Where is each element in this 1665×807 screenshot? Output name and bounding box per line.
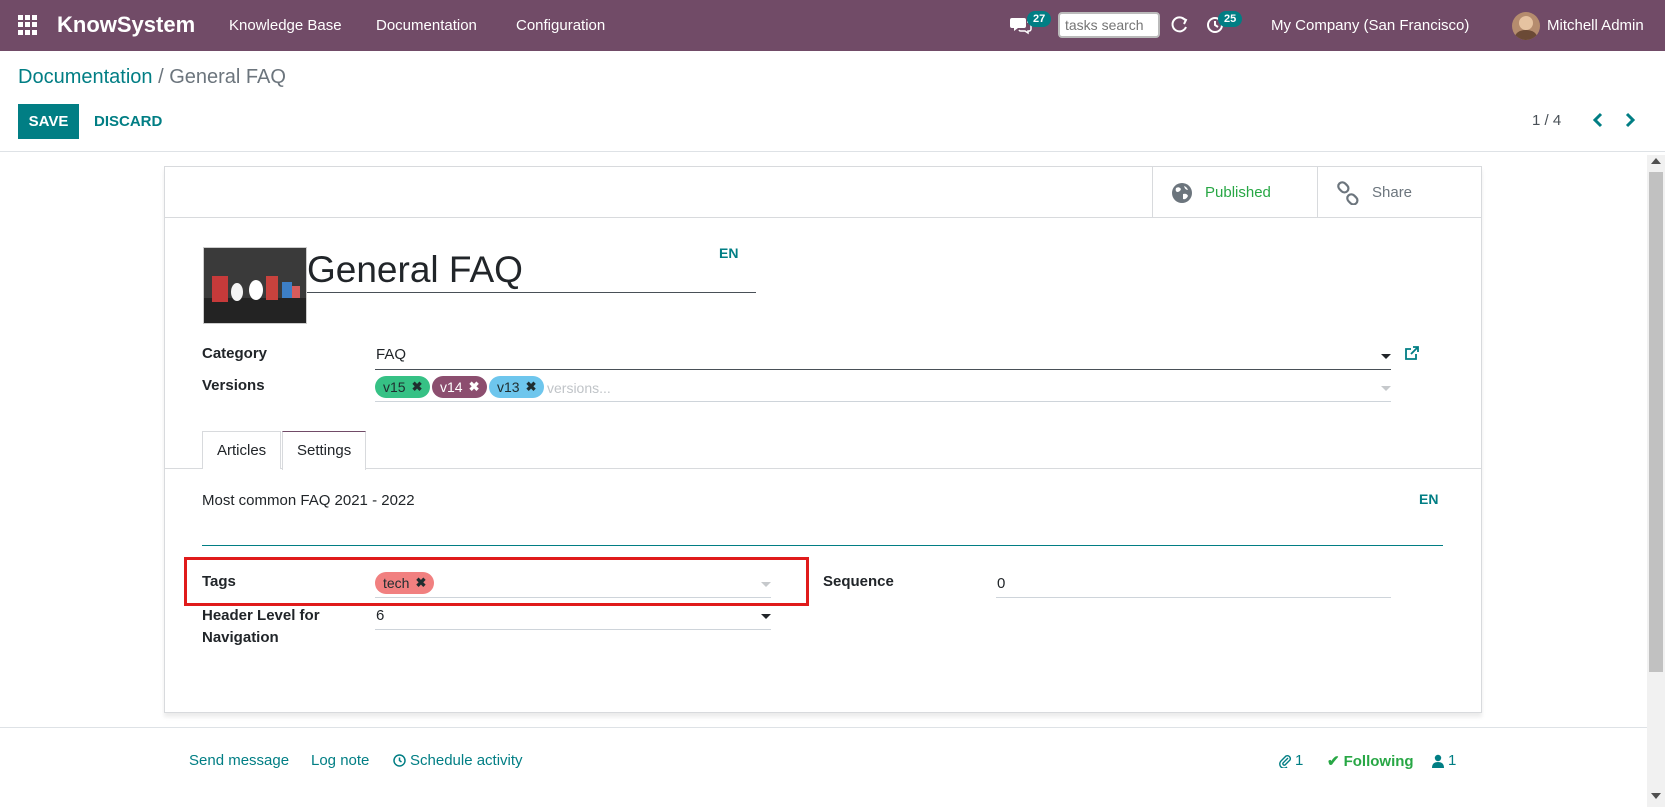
- user-avatar[interactable]: [1512, 12, 1540, 40]
- pager-next-icon[interactable]: [1620, 108, 1640, 132]
- menu-knowledge-base[interactable]: Knowledge Base: [229, 17, 342, 34]
- sequence-value: 0: [997, 575, 1006, 592]
- schedule-activity-button[interactable]: Schedule activity: [393, 752, 523, 769]
- versions-field[interactable]: v15 ✖ v14 ✖ v13 ✖ versions...: [375, 374, 1391, 402]
- remove-tag-icon[interactable]: ✖: [526, 379, 537, 395]
- version-tag: v15 ✖: [375, 376, 431, 398]
- menu-configuration[interactable]: Configuration: [516, 17, 605, 34]
- link-icon: [1337, 180, 1359, 205]
- followers-button[interactable]: 1: [1432, 752, 1456, 769]
- control-panel-divider: [0, 151, 1665, 152]
- user-menu[interactable]: Mitchell Admin: [1547, 17, 1644, 34]
- log-note-button[interactable]: Log note: [311, 752, 369, 769]
- tab-settings[interactable]: Settings: [282, 431, 367, 470]
- scrollbar-thumb[interactable]: [1649, 172, 1663, 672]
- tags-highlight-box: [184, 557, 809, 606]
- chat-badge: 27: [1027, 11, 1052, 27]
- versions-placeholder: versions...: [547, 380, 611, 396]
- chatter-divider: [0, 727, 1647, 728]
- tasks-search-input[interactable]: [1058, 12, 1160, 38]
- company-switcher[interactable]: My Company (San Francisco): [1271, 17, 1469, 34]
- pager-previous-icon[interactable]: [1588, 108, 1608, 132]
- article-image[interactable]: [203, 247, 307, 324]
- description-language-button[interactable]: EN: [1419, 491, 1438, 507]
- version-tag: v13 ✖: [489, 376, 545, 398]
- breadcrumb-parent[interactable]: Documentation: [18, 66, 153, 88]
- form-sheet: Published Share General FAQ EN Category …: [164, 166, 1482, 713]
- clock-icon: [393, 754, 406, 767]
- share-button[interactable]: Share: [1317, 167, 1481, 218]
- scroll-down-icon[interactable]: [1651, 793, 1661, 799]
- notebook-tabs: Articles Settings: [165, 431, 1481, 470]
- send-message-button[interactable]: Send message: [189, 752, 289, 769]
- breadcrumb-separator: /: [158, 66, 164, 88]
- version-tag-label: v14: [440, 379, 463, 395]
- top-navbar: KnowSystem Knowledge Base Documentation …: [0, 0, 1665, 51]
- published-label: Published: [1205, 184, 1271, 201]
- breadcrumb-current: General FAQ: [169, 66, 286, 88]
- versions-dropdown-icon[interactable]: [1381, 386, 1391, 391]
- breadcrumb: Documentation / General FAQ: [18, 66, 286, 89]
- external-link-icon[interactable]: [1404, 345, 1420, 361]
- version-tag: v14 ✖: [432, 376, 488, 398]
- category-dropdown-icon[interactable]: [1381, 354, 1391, 359]
- article-title-input[interactable]: General FAQ: [307, 247, 756, 293]
- save-button[interactable]: SAVE: [18, 104, 79, 139]
- versions-label: Versions: [202, 377, 265, 394]
- refresh-icon[interactable]: [1171, 16, 1189, 34]
- category-field[interactable]: FAQ: [375, 345, 1391, 370]
- globe-icon: [1172, 182, 1192, 203]
- user-icon: [1432, 754, 1444, 768]
- followers-count: 1: [1448, 752, 1457, 769]
- pager-value[interactable]: 1 / 4: [1532, 112, 1561, 129]
- description-underline: [202, 545, 1443, 546]
- apps-grid-icon[interactable]: [18, 15, 38, 35]
- header-level-value: 6: [376, 607, 385, 624]
- header-level-label: Header Level for Navigation: [202, 607, 320, 646]
- product-photo-image: [204, 248, 306, 323]
- menu-documentation[interactable]: Documentation: [376, 17, 477, 34]
- header-level-dropdown-icon[interactable]: [761, 614, 771, 619]
- following-button[interactable]: ✔ Following: [1327, 752, 1414, 771]
- category-value: FAQ: [376, 346, 407, 363]
- following-label: Following: [1343, 752, 1414, 770]
- published-button[interactable]: Published: [1152, 167, 1317, 218]
- sequence-field[interactable]: 0: [996, 570, 1391, 598]
- remove-tag-icon[interactable]: ✖: [469, 379, 480, 395]
- paperclip-icon: [1279, 755, 1291, 768]
- discard-button[interactable]: DISCARD: [94, 113, 162, 130]
- description-field[interactable]: Most common FAQ 2021 - 2022: [202, 492, 415, 509]
- version-tag-label: v13: [497, 379, 520, 395]
- title-language-button[interactable]: EN: [719, 245, 738, 261]
- scroll-up-icon[interactable]: [1651, 158, 1661, 164]
- header-level-field[interactable]: 6: [375, 603, 771, 630]
- tab-articles[interactable]: Articles: [202, 431, 282, 469]
- app-brand[interactable]: KnowSystem: [57, 12, 195, 38]
- attachments-count: 1: [1295, 752, 1304, 769]
- category-label: Category: [202, 345, 268, 362]
- version-tag-label: v15: [383, 379, 406, 395]
- schedule-activity-label: Schedule activity: [410, 752, 523, 769]
- button-box: Published Share: [165, 167, 1481, 218]
- attachments-button[interactable]: 1: [1279, 752, 1303, 769]
- sequence-label: Sequence: [823, 573, 894, 590]
- activity-badge: 25: [1218, 11, 1243, 27]
- check-icon: ✔: [1327, 753, 1340, 770]
- remove-tag-icon[interactable]: ✖: [412, 379, 423, 395]
- share-label: Share: [1372, 184, 1413, 201]
